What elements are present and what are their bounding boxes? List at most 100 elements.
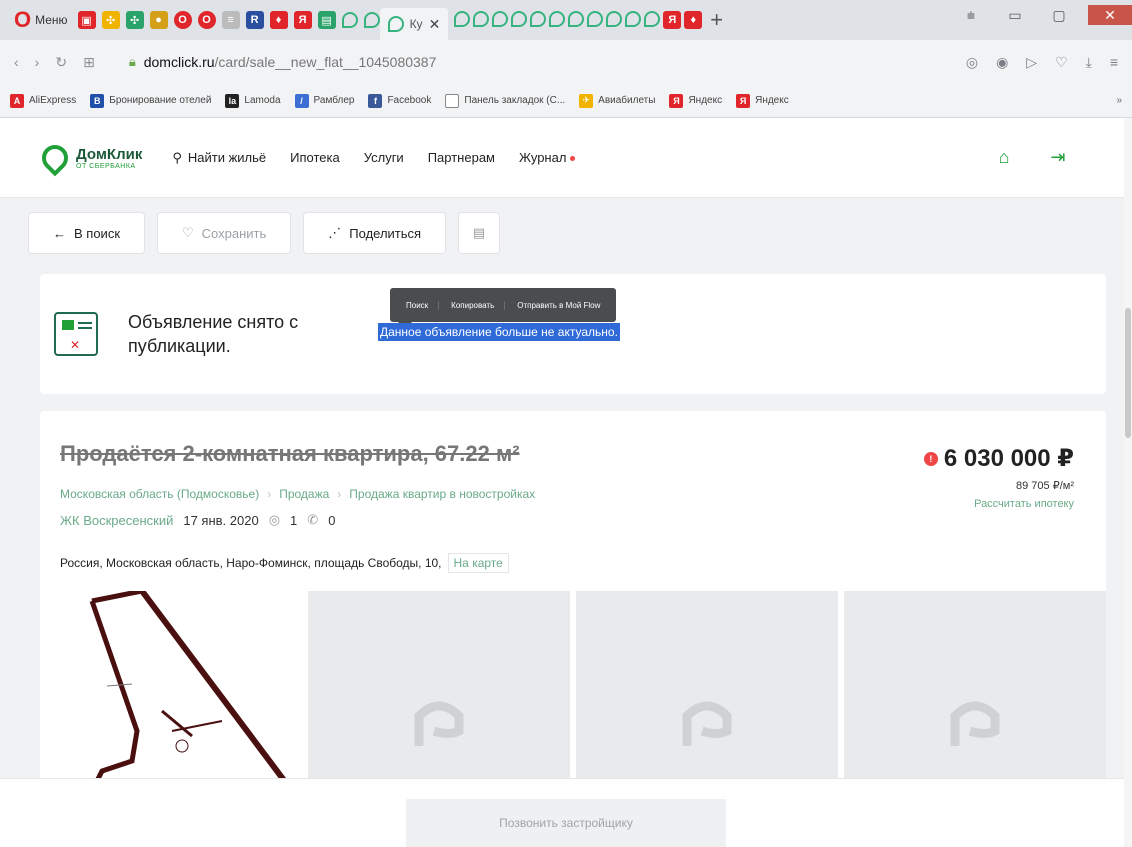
price-block: ! 6 030 000 ₽ 89 705 ₽/м² Рассчитать ипо… — [923, 444, 1074, 510]
back-icon[interactable]: ‹ — [14, 54, 19, 70]
bookmark-item[interactable]: f Facebook — [368, 93, 431, 108]
alert-icon[interactable]: ! — [923, 451, 938, 466]
domclick-tab-icon[interactable] — [492, 11, 509, 27]
call-developer-button[interactable]: Позвонить застройщику — [406, 799, 726, 847]
speed-dial-icon[interactable]: ⊞ — [83, 54, 95, 71]
url-field[interactable]: 🔒︎ domclick.ru/card/sale__new_flat__1045… — [129, 54, 437, 70]
tab-favicon-icon[interactable]: ✣ — [125, 11, 144, 29]
popup-search-button[interactable]: Поиск — [396, 300, 440, 310]
domclick-tab-icon[interactable] — [606, 11, 623, 27]
bookmarks-more-button[interactable]: » — [1116, 95, 1122, 106]
domclick-tab-icon[interactable] — [363, 12, 380, 28]
vpn-icon[interactable]: ◉ — [996, 54, 1008, 71]
page-scrollbar[interactable] — [1124, 118, 1132, 847]
window-controls: ⩧ ▭ ▢ ✕ — [956, 0, 1132, 30]
bookmark-label: Lamoda — [244, 95, 281, 106]
active-tab[interactable]: Ку ✕ — [379, 8, 449, 40]
action-buttons: ← В поиск ♡ Сохранить ⋰ Поделиться ▤ — [28, 212, 501, 254]
bookmark-item[interactable]: Я Яндекс — [669, 93, 722, 108]
close-window-icon[interactable]: ✕ — [1088, 5, 1132, 25]
bookmark-item[interactable]: Я Яндекс — [736, 93, 789, 108]
browser-menu-button[interactable]: O Меню — [0, 0, 78, 40]
domclick-logo[interactable]: ДомКлик ОТ СБЕРБАНКА — [36, 139, 142, 176]
popup-copy-button[interactable]: Копировать — [441, 300, 506, 310]
bookmark-item[interactable]: Панель закладок (С... — [445, 93, 565, 108]
bookmark-item[interactable]: A AliExpress — [10, 93, 76, 108]
nav-mortgage[interactable]: Ипотека — [290, 150, 340, 165]
yandex-tab-icon[interactable]: Я — [663, 11, 682, 29]
complex-link[interactable]: ЖК Воскресенский — [60, 513, 173, 528]
domclick-tab-icon[interactable] — [473, 11, 490, 27]
price: ! 6 030 000 ₽ — [923, 444, 1074, 473]
maximize-icon[interactable]: ▢ — [1044, 5, 1074, 25]
breadcrumb-item[interactable]: Продажа — [279, 487, 329, 501]
domclick-tab-icon[interactable] — [454, 11, 471, 27]
nav-journal[interactable]: Журнал — [519, 150, 576, 165]
pin-tab-icon[interactable]: ♦ — [684, 11, 703, 29]
scrollbar-thumb[interactable] — [1125, 308, 1131, 438]
save-button[interactable]: ♡ Сохранить — [157, 212, 292, 254]
nav-find-home[interactable]: ⚲ Найти жильё — [172, 150, 266, 166]
selected-notice-text[interactable]: Данное объявление больше не актуально. — [378, 323, 620, 341]
bookmark-item[interactable]: B Бронирование отелей — [90, 93, 211, 108]
domclick-tab-icon[interactable] — [530, 11, 547, 27]
nav-partners[interactable]: Партнерам — [428, 150, 495, 165]
folder-icon — [445, 93, 460, 108]
tab-favicon-icon[interactable]: Я — [293, 11, 312, 29]
domclick-tab-icon[interactable] — [511, 11, 528, 27]
bookmark-item[interactable]: ✈ Авиабилеты — [579, 93, 655, 108]
tab-favicon-icon[interactable]: ▣ — [77, 11, 96, 29]
tab-favicon-icon[interactable]: ≡ — [221, 11, 240, 29]
tab-favicon-icon[interactable]: O — [173, 11, 192, 29]
popup-send-to-flow-button[interactable]: Отправить в Мой Flow — [507, 301, 610, 310]
download-icon[interactable]: ⤓ — [1086, 54, 1092, 71]
domclick-tab-icon[interactable] — [549, 11, 566, 27]
close-icon[interactable]: ✕ — [429, 16, 441, 33]
aliexpress-icon: A — [10, 93, 24, 108]
domclick-tab-icon[interactable] — [644, 11, 661, 27]
tab-favicon-icon[interactable]: ▤ — [317, 11, 336, 29]
notice-title: Объявление снято с публикации. — [128, 312, 299, 356]
bookmarks-bar: A AliExpress B Бронирование отелей la Lamod… — [0, 84, 1132, 118]
heart-icon[interactable]: ♡ — [1055, 54, 1068, 71]
domclick-tab-icon[interactable] — [341, 12, 358, 28]
pinned-tabs: ▣ ✣ ✣ ● O O ≡ R ♦ Я ▤ — [77, 0, 380, 40]
easy-setup-icon[interactable]: ≡ — [1110, 54, 1118, 71]
forward-icon[interactable]: › — [35, 54, 40, 70]
camera-icon[interactable]: ◎ — [966, 54, 978, 71]
minimize-icon[interactable]: ▭ — [1000, 5, 1030, 25]
tab-favicon-icon[interactable]: ♦ — [269, 11, 288, 29]
domclick-tab-icon[interactable] — [625, 11, 642, 27]
login-icon[interactable]: ⇥ — [1048, 147, 1068, 168]
breadcrumb-item[interactable]: Продажа квартир в новостройках — [349, 487, 535, 501]
domclick-tab-icon[interactable] — [587, 11, 604, 27]
reload-icon[interactable]: ↻ — [55, 54, 67, 71]
back-to-search-button[interactable]: ← В поиск — [28, 212, 146, 254]
breadcrumb-item[interactable]: Московская область (Подмосковье) — [60, 487, 259, 501]
address-text: Россия, Московская область, Наро-Фоминск… — [60, 556, 442, 570]
bookmark-item[interactable]: / Рамблер — [294, 93, 354, 108]
printer-icon: ▤ — [472, 225, 486, 240]
site-header: ДомКлик ОТ СБЕРБАНКА ⚲ Найти жильё Ипоте… — [0, 118, 1124, 198]
print-button[interactable]: ▤ — [458, 212, 501, 254]
new-tab-button[interactable]: + — [710, 7, 723, 33]
tab-favicon-icon[interactable]: ● — [149, 11, 168, 29]
yandex-icon: Я — [736, 93, 751, 108]
tab-favicon-icon[interactable]: R — [245, 11, 264, 29]
active-tab-title: Ку — [409, 17, 423, 31]
play-icon[interactable]: ▷ — [1026, 54, 1037, 71]
background-tabs: Я ♦ — [454, 11, 703, 29]
share-button[interactable]: ⋰ Поделиться — [303, 212, 447, 254]
home-icon[interactable]: ⌂ — [994, 147, 1014, 168]
domclick-tab-icon[interactable] — [568, 11, 585, 27]
browser-menu-label: Меню — [35, 13, 68, 27]
browser-tab-bar: O Меню ▣ ✣ ✣ ● O O ≡ R ♦ Я ▤ Ку ✕ Я ♦ + — [0, 0, 1132, 40]
calculate-mortgage-link[interactable]: Рассчитать ипотеку — [924, 498, 1074, 510]
tab-favicon-icon[interactable]: O — [197, 11, 216, 29]
nav-services[interactable]: Услуги — [364, 150, 404, 165]
map-link[interactable]: На карте — [447, 553, 509, 573]
bookmark-item[interactable]: la Lamoda — [225, 93, 281, 108]
tab-favicon-icon[interactable]: ✣ — [101, 11, 120, 29]
tab-menu-icon[interactable]: ⩧ — [956, 5, 986, 25]
phone-icon: ✆ — [307, 512, 319, 527]
